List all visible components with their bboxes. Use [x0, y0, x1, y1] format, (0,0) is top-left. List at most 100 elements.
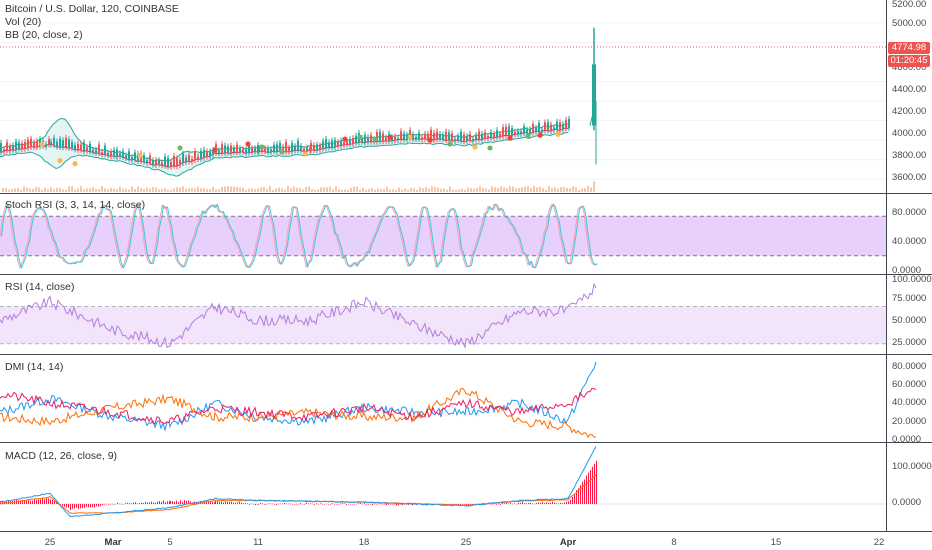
- pane-separator[interactable]: [0, 193, 932, 194]
- chart-canvas[interactable]: [0, 0, 932, 550]
- macd-histogram-bar: [141, 502, 142, 504]
- macd-histogram-bar: [588, 472, 589, 504]
- macd-histogram-bar: [133, 502, 134, 504]
- volume-bar: [446, 189, 448, 192]
- candle-body: [568, 118, 570, 129]
- chart-container[interactable]: Bitcoin / U.S. Dollar, 120, COINBASE Vol…: [0, 0, 932, 550]
- pane-separator[interactable]: [0, 442, 932, 443]
- macd-histogram-bar: [180, 500, 181, 504]
- candle-body: [143, 155, 145, 162]
- volume-bar: [293, 186, 295, 192]
- volume-bar: [203, 188, 205, 192]
- macd-histogram-bar: [64, 504, 65, 507]
- candle-body: [415, 136, 417, 140]
- volume-bar: [341, 189, 343, 192]
- candle-body: [535, 127, 537, 132]
- macd-histogram-bar: [496, 504, 497, 505]
- dmi-legend[interactable]: DMI (14, 14): [5, 361, 63, 374]
- macd-legend[interactable]: MACD (12, 26, close, 9): [5, 450, 117, 463]
- macd-histogram-bar: [560, 502, 561, 504]
- candle-body: [297, 140, 299, 151]
- macd-histogram-bar: [286, 503, 287, 504]
- candle-body: [285, 141, 287, 152]
- macd-histogram-bar: [574, 494, 575, 504]
- signal-marker: [387, 134, 393, 140]
- macd-histogram-bar: [88, 504, 89, 508]
- macd-histogram-bar: [135, 502, 136, 504]
- candle-body: [505, 126, 507, 136]
- volume-bar: [473, 188, 475, 192]
- volume-bar: [95, 188, 97, 192]
- candle-body: [203, 149, 205, 159]
- macd-histogram-bar: [380, 503, 381, 505]
- bollinger-legend[interactable]: BB (20, close, 2): [5, 29, 179, 42]
- volume-bar: [299, 188, 301, 192]
- pane-separator[interactable]: [0, 274, 932, 275]
- signal-marker: [279, 149, 285, 155]
- macd-histogram-bar: [262, 503, 263, 504]
- candle-body: [152, 160, 154, 165]
- pane-separator[interactable]: [0, 354, 932, 355]
- macd-histogram-bar: [312, 503, 313, 505]
- stoch-rsi-legend[interactable]: Stoch RSI (3, 3, 14, 14, close): [5, 199, 145, 212]
- volume-bar: [101, 186, 103, 192]
- macd-histogram-bar: [366, 504, 367, 505]
- volume-bar: [569, 188, 571, 192]
- rsi-legend[interactable]: RSI (14, close): [5, 281, 74, 294]
- volume-bar: [29, 188, 31, 192]
- volume-bar: [560, 186, 562, 192]
- signal-marker: [57, 158, 63, 164]
- candle-body: [62, 139, 64, 148]
- candle-body: [182, 153, 184, 164]
- macd-histogram-bar: [112, 503, 113, 505]
- candle-body: [27, 139, 29, 149]
- candle-body: [544, 122, 546, 131]
- volume-bar: [470, 188, 472, 192]
- candle-body: [258, 147, 260, 152]
- macd-histogram-bar: [514, 503, 515, 504]
- candle-body: [550, 124, 552, 132]
- macd-histogram-bar: [590, 470, 591, 504]
- macd-histogram-bar: [330, 504, 331, 505]
- volume-bar: [356, 186, 358, 192]
- volume-bar: [56, 187, 58, 192]
- candle-body: [74, 145, 76, 150]
- macd-histogram-bar: [50, 499, 51, 504]
- volume-bar: [206, 188, 208, 192]
- candle-body: [529, 129, 531, 134]
- candle-body: [270, 149, 272, 153]
- macd-histogram-bar: [464, 504, 465, 505]
- macd-histogram-bar: [266, 503, 267, 505]
- volume-bar: [272, 189, 274, 192]
- volume-bar: [290, 188, 292, 192]
- volume-bar: [20, 189, 22, 192]
- macd-histogram-bar: [532, 503, 533, 504]
- macd-histogram-bar: [253, 504, 254, 505]
- macd-histogram-bar: [169, 501, 170, 504]
- volume-bar: [224, 186, 226, 192]
- signal-marker: [245, 141, 251, 147]
- candle-body: [12, 145, 14, 150]
- volume-bar: [488, 189, 490, 192]
- candle-body: [273, 144, 275, 152]
- symbol-title[interactable]: Bitcoin / U.S. Dollar, 120, COINBASE: [5, 3, 179, 16]
- candle-body: [107, 152, 109, 156]
- volume-bar: [500, 186, 502, 192]
- volume-bar: [458, 189, 460, 192]
- volume-legend[interactable]: Vol (20): [5, 16, 179, 29]
- candle-body: [86, 147, 88, 151]
- macd-histogram-bar: [392, 504, 393, 505]
- candle-body: [328, 142, 330, 148]
- macd-histogram-bar: [336, 504, 337, 505]
- volume-bar: [68, 186, 70, 192]
- macd-histogram-bar: [225, 501, 226, 504]
- macd-histogram-bar: [235, 502, 236, 504]
- macd-histogram-bar: [594, 463, 595, 504]
- macd-histogram-bar: [161, 501, 162, 504]
- candle-body: [511, 128, 513, 136]
- candle-body: [95, 149, 97, 154]
- macd-histogram-bar: [137, 503, 138, 504]
- macd-histogram-bar: [52, 499, 53, 504]
- volume-bar: [419, 186, 421, 192]
- macd-histogram-bar: [352, 504, 353, 505]
